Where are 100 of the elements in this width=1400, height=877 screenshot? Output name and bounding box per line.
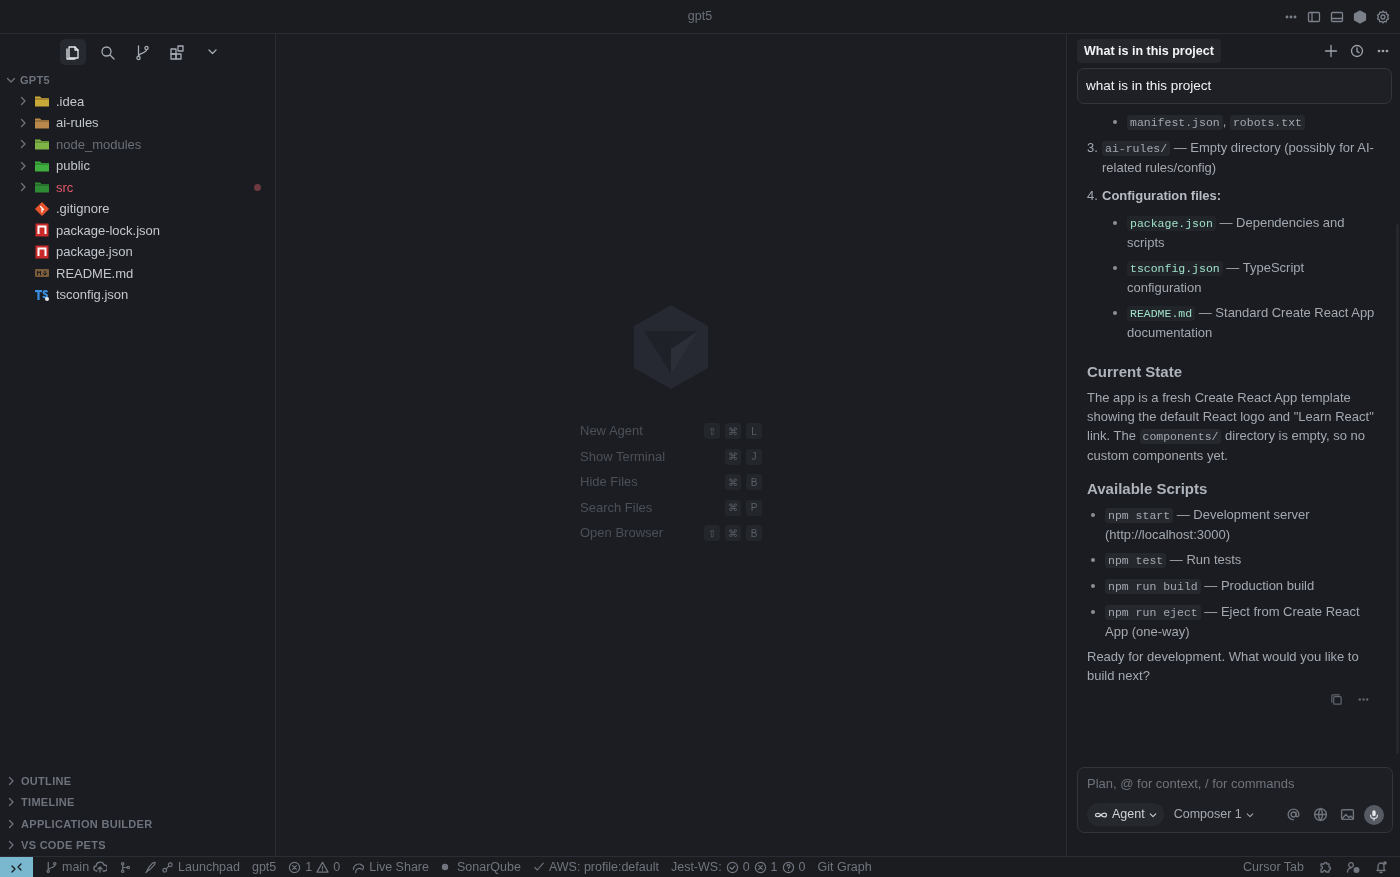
list-item-text: README.md — Standard Create React App documentation	[1127, 304, 1376, 343]
list-number: 3.	[1087, 139, 1099, 158]
bullet-dot	[1113, 311, 1117, 316]
folder-name[interactable]: node_modules	[56, 134, 142, 154]
jest-status[interactable]: Jest-WS: 0 1 0	[670, 857, 806, 877]
sonar-status[interactable]: SonarQube	[441, 857, 521, 877]
files-tab[interactable]	[59, 39, 86, 65]
branch-status[interactable]: main	[45, 857, 108, 877]
folder-label: GPT5	[20, 72, 50, 88]
folder-name[interactable]: .idea	[56, 91, 85, 111]
list-number: 4.	[1087, 187, 1099, 206]
mode-dropdown[interactable]: Agent	[1087, 803, 1164, 826]
share-icon	[352, 860, 366, 874]
aws-status[interactable]: AWS: profile:default	[532, 857, 659, 877]
microphone-button[interactable]	[1364, 804, 1384, 825]
puzzle-icon[interactable]	[1318, 860, 1332, 874]
check-icon	[532, 861, 545, 873]
warning-icon	[316, 860, 330, 874]
list-item-text: package.json — Dependencies and scripts	[1127, 214, 1346, 253]
bullet-dot	[1113, 266, 1117, 271]
key-cap: ⇧	[704, 423, 720, 439]
model-dropdown[interactable]: Composer 1	[1169, 803, 1258, 826]
remote-button[interactable]	[0, 856, 33, 877]
file-name[interactable]: package-lock.json	[56, 220, 161, 240]
file-name[interactable]: README.md	[56, 263, 134, 283]
folder-name[interactable]: src	[56, 177, 74, 197]
bullet-dot	[1113, 221, 1117, 226]
globe-icon[interactable]	[1313, 807, 1328, 823]
chevron-down-icon	[1245, 810, 1254, 819]
cloud-upload-icon	[93, 860, 108, 874]
user-message: what is in this project	[1077, 68, 1392, 105]
chat-tab[interactable]: What is in this project	[1077, 38, 1221, 64]
list-item-text: npm run eject — Eject from Create React App (one-way)	[1105, 603, 1361, 642]
settings-icon	[1376, 10, 1390, 24]
chevron-down-icon	[208, 49, 217, 55]
dot-icon	[441, 863, 449, 871]
window-title: gpt5	[687, 8, 713, 26]
link-icon	[161, 860, 175, 874]
file-name[interactable]: package.json	[56, 242, 133, 262]
section-header[interactable]: VS CODE PETS	[21, 837, 106, 854]
error-icon	[288, 860, 302, 874]
key-cap: P	[746, 499, 762, 516]
folder-name[interactable]: public	[56, 156, 90, 176]
section-heading: Current State	[1087, 362, 1184, 382]
composer-box[interactable]: Plan, @ for context, / for commands Agent Composer 1	[1077, 766, 1393, 833]
chevron-down-icon	[1148, 810, 1157, 819]
extensions-icon	[169, 43, 186, 61]
key-cap: B	[746, 525, 762, 541]
copy-icon[interactable]	[1330, 693, 1343, 707]
section-header[interactable]: OUTLINE	[21, 772, 72, 789]
image-icon[interactable]	[1340, 807, 1355, 823]
graph-icon[interactable]	[119, 860, 133, 874]
section-header[interactable]: TIMELINE	[21, 794, 75, 811]
pass-icon	[725, 860, 739, 874]
key-cap: ⌘	[725, 499, 741, 516]
launchpad-status[interactable]: Launchpad	[144, 857, 240, 877]
search-icon	[99, 43, 116, 61]
list-item-text: npm test — Run tests	[1105, 550, 1242, 571]
key-cap: ⌘	[725, 423, 741, 439]
branch-icon	[134, 43, 151, 61]
history-icon[interactable]	[1350, 44, 1364, 58]
file-name[interactable]: .gitignore	[56, 199, 110, 219]
key-cap: ⌘	[725, 525, 741, 541]
bell-icon[interactable]	[1374, 860, 1388, 874]
key-cap: ⌘	[725, 474, 741, 490]
file-name[interactable]: tsconfig.json	[56, 285, 129, 305]
list-item-text: Configuration files:	[1102, 187, 1223, 206]
bullet-dot	[1091, 584, 1095, 589]
status-text[interactable]: gpt5	[251, 857, 277, 877]
bullet-dot	[1091, 610, 1095, 615]
error-dot	[254, 183, 261, 191]
paragraph: Ready for development. What would you like to build next?	[1087, 648, 1360, 686]
question-icon	[781, 860, 795, 874]
status-text[interactable]: Cursor Tab	[1243, 857, 1304, 877]
plus-icon[interactable]	[1324, 44, 1338, 58]
key-cap: ⌘	[725, 448, 741, 465]
folder-name[interactable]: ai-rules	[56, 113, 99, 133]
cube-icon	[1353, 10, 1367, 24]
list-item-text: ai-rules/ — Empty directory (possibly for AI-related rules/config)	[1102, 139, 1375, 178]
list-item-text: npm start — Development server (http://localhost:3000)	[1105, 506, 1311, 545]
paragraph: The app is a fresh Create React App template showing the default React logo and "Learn React" link. The components/ directory is empty, so no custom components yet.	[1087, 389, 1375, 466]
bullet-dot	[1113, 120, 1117, 125]
section-heading: Available Scripts	[1087, 479, 1209, 499]
branch-icon	[45, 860, 58, 874]
key-cap: B	[746, 474, 762, 490]
section-header[interactable]: APPLICATION BUILDER	[21, 815, 153, 832]
live-share-status[interactable]: Live Share	[352, 857, 429, 877]
fail-icon	[753, 860, 767, 874]
microphone-icon	[1368, 808, 1380, 821]
bullet-dot	[1091, 558, 1095, 563]
sidebar-toggle-icon	[1307, 10, 1321, 24]
mention-icon[interactable]	[1286, 807, 1301, 823]
key-cap: L	[746, 423, 762, 439]
list-item-text: npm run build — Production build	[1105, 576, 1315, 597]
status-text[interactable]: Git Graph	[817, 857, 872, 877]
list-item-text: tsconfig.json — TypeScript configuration	[1127, 259, 1306, 298]
list-item-text: manifest.json , robots.txt	[1127, 112, 1305, 133]
files-icon	[64, 43, 81, 61]
problems-status[interactable]: 1 0	[288, 857, 341, 877]
accounts-icon[interactable]	[1346, 860, 1360, 874]
